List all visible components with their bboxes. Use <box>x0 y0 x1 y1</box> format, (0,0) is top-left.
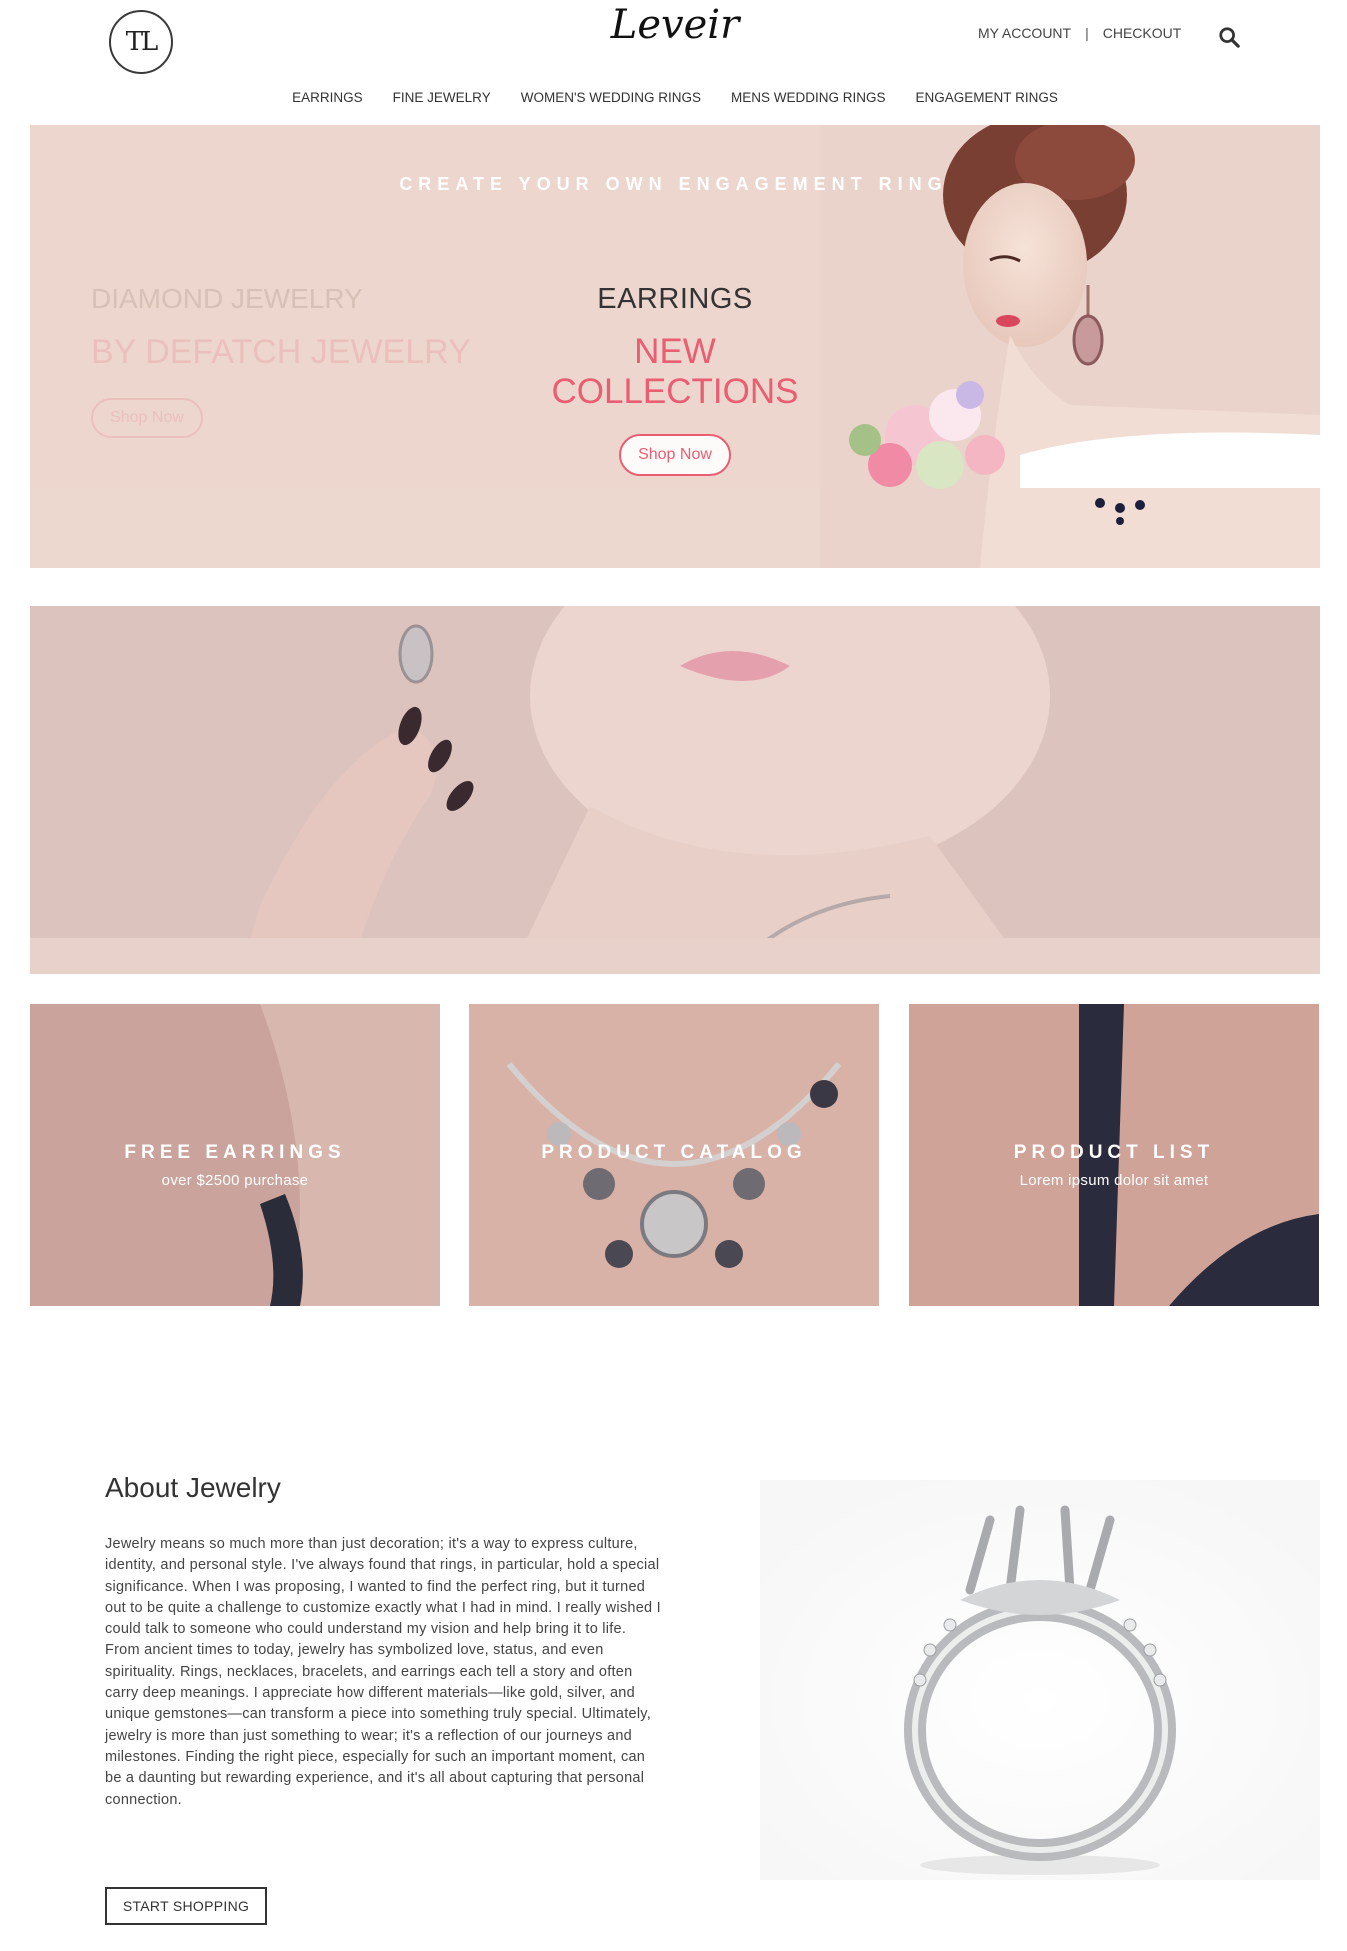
search-icon[interactable] <box>1218 26 1240 48</box>
nav-mens-wedding-rings[interactable]: MENS WEDDING RINGS <box>731 90 886 105</box>
nav-engagement-rings[interactable]: ENGAGEMENT RINGS <box>916 90 1058 105</box>
hero-caption: EARRINGS NEW COLLECTIONS Shop Now <box>510 283 840 476</box>
hero-previous-slide: DIAMOND JEWELRY BY DEFATCH JEWELRY Shop … <box>91 283 471 438</box>
checkout-link[interactable]: CHECKOUT <box>1103 25 1182 41</box>
site-logo[interactable]: TL <box>109 10 173 74</box>
ring-product-image <box>760 1480 1320 1880</box>
tile-title: PRODUCT LIST <box>1013 1142 1215 1163</box>
start-shopping-button[interactable]: START SHOPPING <box>105 1887 267 1925</box>
nav-womens-wedding-rings[interactable]: WOMEN'S WEDDING RINGS <box>521 90 701 105</box>
engagement-ring-banner[interactable] <box>30 606 1320 974</box>
ghost-title: DIAMOND JEWELRY <box>91 283 363 314</box>
ghost-subtitle: BY DEFATCH JEWELRY <box>91 333 471 371</box>
logo-mark: TL <box>125 27 159 57</box>
account-links: MY ACCOUNT | CHECKOUT <box>978 25 1181 41</box>
hero-shop-now-button[interactable]: Shop Now <box>619 434 731 476</box>
engagement-banner-text[interactable]: CREATE YOUR OWN ENGAGEMENT RING <box>0 174 1347 195</box>
site-header: TL Leveir MY ACCOUNT | CHECKOUT EARRINGS… <box>0 0 1347 125</box>
about-text: Jewelry means so much more than just dec… <box>105 1536 661 1808</box>
tile-subtitle: Lorem ipsum dolor sit amet <box>1019 1172 1209 1189</box>
ghost-shop-button: Shop Now <box>91 398 203 438</box>
about-title: About Jewelry <box>105 1472 281 1503</box>
tile-title: FREE EARRINGS <box>124 1142 346 1163</box>
my-account-link[interactable]: MY ACCOUNT <box>978 25 1071 41</box>
tile-product-list[interactable]: PRODUCT LIST Lorem ipsum dolor sit amet <box>909 1004 1319 1306</box>
tile-product-catalog[interactable]: PRODUCT CATALOG <box>469 1004 879 1306</box>
link-separator: | <box>1085 25 1089 41</box>
main-nav: EARRINGS FINE JEWELRY WOMEN'S WEDDING RI… <box>0 90 1347 105</box>
brand-name[interactable]: Leveir <box>610 2 740 48</box>
banner-bottom-band <box>30 938 1320 974</box>
tile-free-earrings[interactable]: FREE EARRINGS over $2500 purchase <box>30 1004 440 1306</box>
tile-subtitle: over $2500 purchase <box>161 1172 309 1189</box>
nav-earrings[interactable]: EARRINGS <box>292 90 363 105</box>
tile-title: PRODUCT CATALOG <box>541 1142 807 1163</box>
banner-model-image <box>30 606 1320 974</box>
hero-subtitle: NEW COLLECTIONS <box>551 332 799 411</box>
nav-fine-jewelry[interactable]: FINE JEWELRY <box>393 90 491 105</box>
hero-title: EARRINGS <box>597 283 753 315</box>
